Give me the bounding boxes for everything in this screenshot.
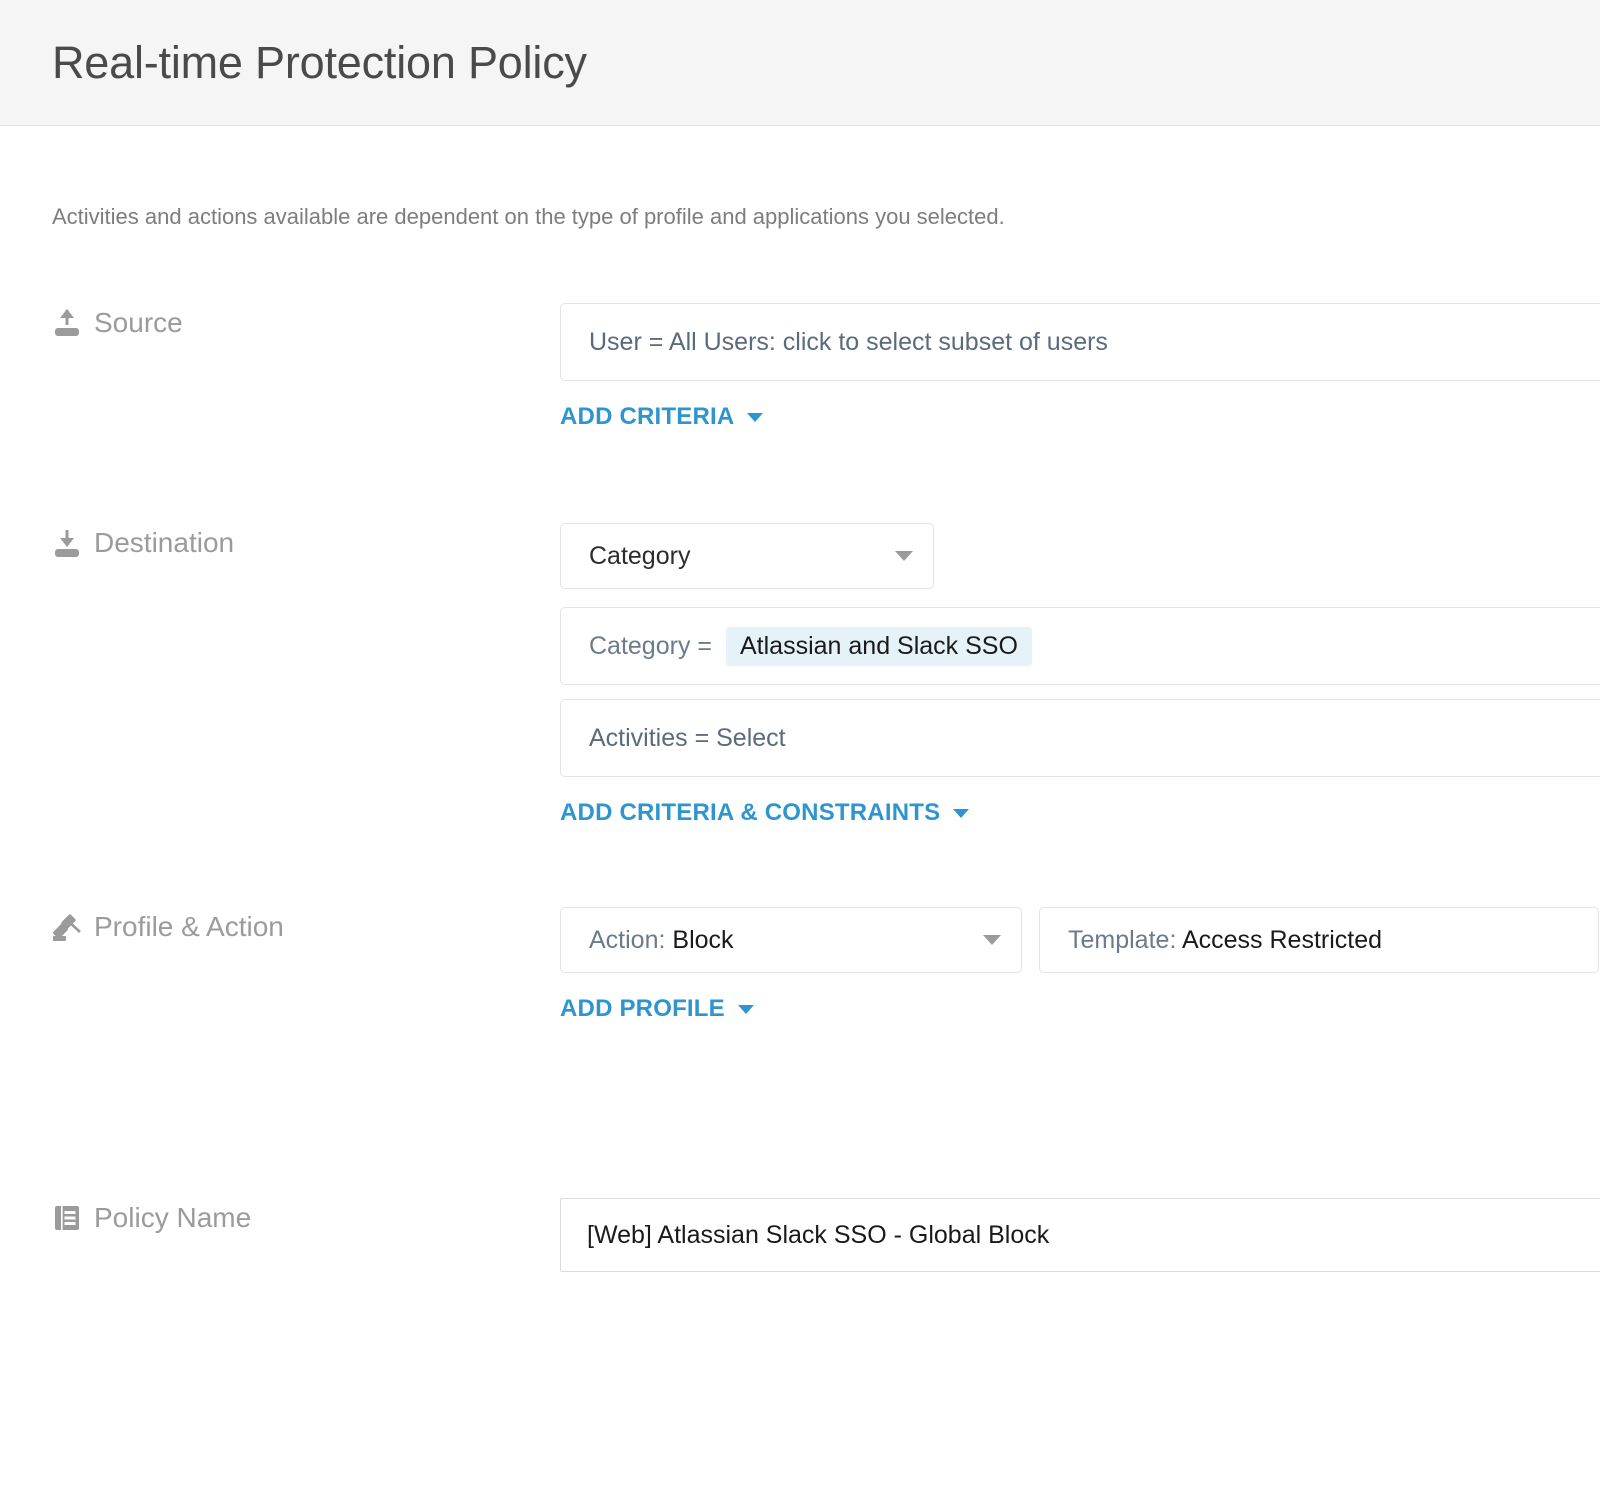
template-prefix: Template: [1068,925,1177,954]
destination-category-key: Category = [589,631,712,660]
destination-type-value: Category [589,541,691,570]
profile-action-fields: Action: Block Template: Access Restricte… [560,907,1600,1023]
source-criteria-text: User = All Users: click to select subset… [589,327,1108,356]
destination-category-criteria[interactable]: Category = Atlassian and Slack SSO [560,607,1600,685]
add-criteria-constraints-label: ADD CRITERIA & CONSTRAINTS [560,799,941,826]
policy-name-label: Policy Name [94,1202,252,1233]
destination-label-group: Destination [52,523,560,559]
profile-action-row: Profile & Action Action: Block Template:… [52,907,1600,1023]
policy-name-value: [Web] Atlassian Slack SSO - Global Block [587,1220,1050,1249]
profile-action-label: Profile & Action [94,911,284,942]
source-row: Source User = All Users: click to select… [52,303,1600,431]
destination-activities-field[interactable]: Activities = Select [560,699,1600,777]
document-lines-icon [52,1202,82,1234]
template-value: Access Restricted [1181,925,1383,954]
action-prefix: Action: [589,925,666,954]
action-value: Block [672,925,734,954]
source-fields: User = All Users: click to select subset… [560,303,1600,431]
intro-description: Activities and actions available are dep… [52,204,1005,229]
chevron-down-icon [747,412,764,422]
profile-action-controls: Action: Block Template: Access Restricte… [560,907,1600,973]
page-title: Real-time Protection Policy [52,36,587,88]
policy-name-input[interactable]: [Web] Atlassian Slack SSO - Global Block [560,1198,1600,1272]
policy-name-fields: [Web] Atlassian Slack SSO - Global Block [560,1198,1600,1272]
gavel-icon [52,911,82,943]
destination-category-chip[interactable]: Atlassian and Slack SSO [726,626,1032,666]
add-profile-label: ADD PROFILE [560,995,725,1022]
page-header: Real-time Protection Policy [0,0,1600,126]
add-profile-link[interactable]: ADD PROFILE [560,995,754,1023]
destination-row: Destination Category Category = Atlassia… [52,523,1600,827]
template-field[interactable]: Template: Access Restricted [1039,907,1599,973]
download-icon [52,527,82,559]
source-label-group: Source [52,303,560,339]
destination-label: Destination [94,527,235,558]
chevron-down-icon [737,1004,754,1014]
source-label: Source [94,307,183,338]
destination-fields: Category Category = Atlassian and Slack … [560,523,1600,827]
chevron-down-icon [983,935,1001,945]
chevron-down-icon [895,551,913,561]
destination-activities-text: Activities = Select [589,723,786,752]
destination-type-select[interactable]: Category [560,523,934,589]
add-criteria-link[interactable]: ADD CRITERIA [560,403,764,431]
source-criteria-field[interactable]: User = All Users: click to select subset… [560,303,1600,381]
upload-icon [52,307,82,339]
policy-name-label-group: Policy Name [52,1198,560,1234]
profile-action-label-group: Profile & Action [52,907,560,943]
policy-form: Activities and actions available are dep… [0,204,1600,1272]
add-criteria-label: ADD CRITERIA [560,403,735,430]
chevron-down-icon [953,808,970,818]
add-criteria-constraints-link[interactable]: ADD CRITERIA & CONSTRAINTS [560,799,970,827]
action-select[interactable]: Action: Block [560,907,1022,973]
policy-name-row: Policy Name [Web] Atlassian Slack SSO - … [52,1198,1600,1272]
